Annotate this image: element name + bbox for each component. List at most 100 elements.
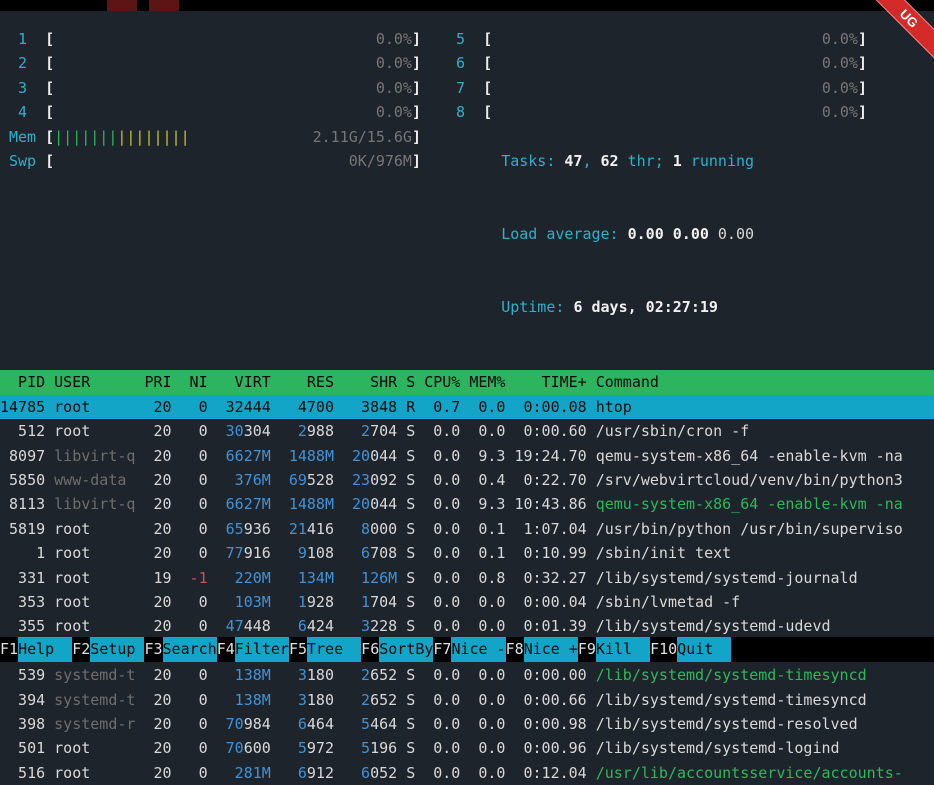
cpu-meter-percent: 0.0% (822, 100, 858, 124)
column-header-shr[interactable]: SHR (343, 370, 397, 394)
cell-ni: 0 (181, 468, 208, 492)
process-row[interactable]: 355root2004744864243228S0.00.00:01.39/li… (0, 614, 934, 638)
process-row[interactable]: 398systemd-r2007098464645464S0.00.00:00.… (0, 712, 934, 736)
column-header-cpu[interactable]: CPU% (424, 370, 460, 394)
cell-res: 6424 (280, 614, 334, 638)
cell-time: 0:10.99 (514, 541, 586, 565)
cell-user: systemd-r (54, 712, 135, 736)
cell-cpu: 0.0 (424, 444, 460, 468)
cell-pid: 398 (0, 712, 45, 736)
process-row[interactable]: 501root2007060059725196S0.00.00:00.96/li… (0, 736, 934, 760)
cell-state: S (406, 566, 415, 590)
cpu-meter-8: 8[0.0%] (447, 100, 867, 124)
cpu-meters-left: 1[0.0%] 2[0.0%] 3[0.0%] 4[0.0%] (9, 27, 421, 125)
process-row[interactable]: 512root2003030429882704S0.00.00:00.60/us… (0, 419, 934, 443)
fkey-f6-button[interactable]: F6SortBy (361, 637, 433, 662)
process-row[interactable]: 8097libvirt-q2006627M1488M20044S0.09.319… (0, 444, 934, 468)
process-row[interactable]: 331root19-1220M134M126MS0.00.80:32.27/li… (0, 566, 934, 590)
fkey-f5-button[interactable]: F5Tree (289, 637, 361, 662)
fkey-label: SortBy (379, 637, 433, 662)
cell-cpu: 0.0 (424, 712, 460, 736)
column-header-time[interactable]: TIME+ (514, 370, 586, 394)
cell-user: root (54, 736, 135, 760)
process-row[interactable]: 353root200103M19281704S0.00.00:00.04/sbi… (0, 590, 934, 614)
cell-virt: 30304 (217, 419, 271, 443)
cell-state: S (406, 614, 415, 638)
fkey-f4-button[interactable]: F4Filter (217, 637, 289, 662)
cell-cpu: 0.0 (424, 590, 460, 614)
meters-left-column: 1[0.0%] 2[0.0%] 3[0.0%] 4[0.0%] Mem[||||… (9, 27, 421, 344)
cell-mem: 0.1 (469, 517, 505, 541)
process-row[interactable]: 1root2007791691086708S0.00.10:10.99/sbin… (0, 541, 934, 565)
column-header-command[interactable]: Command (596, 370, 934, 394)
cpu-meter-number: 4 (9, 100, 45, 124)
running-label: running (682, 152, 754, 170)
cell-cpu: 0.0 (424, 517, 460, 541)
process-row[interactable]: 5850www-data200376M6952823092S0.00.40:22… (0, 468, 934, 492)
cell-command: /srv/webvirtcloud/venv/bin/python3 (596, 468, 934, 492)
meter-bracket-open: [ (483, 27, 492, 51)
cell-mem: 0.4 (469, 468, 505, 492)
meter-bracket-open: [ (483, 76, 492, 100)
cell-cpu: 0.0 (424, 566, 460, 590)
column-header-res[interactable]: RES (280, 370, 334, 394)
meters-area: 1[0.0%] 2[0.0%] 3[0.0%] 4[0.0%] Mem[||||… (0, 11, 934, 344)
process-row[interactable]: 394systemd-t200138M31802652S0.00.00:00.6… (0, 688, 934, 712)
cell-virt: 65936 (217, 517, 271, 541)
cell-user: root (54, 541, 135, 565)
column-header-pid[interactable]: PID (0, 370, 45, 394)
column-header-virt[interactable]: VIRT (217, 370, 271, 394)
fkey-f10-button[interactable]: F10Quit (650, 637, 731, 662)
cell-mem: 9.3 (469, 492, 505, 516)
cpu-meter-number: 6 (447, 51, 483, 75)
process-rows: 14785root2003244447003848R0.70.00:00.08h… (0, 395, 934, 785)
top-tab-fragment (149, 0, 179, 11)
cell-time: 0:22.70 (514, 468, 586, 492)
process-row[interactable]: 539systemd-t200138M31802652S0.00.00:00.0… (0, 663, 934, 687)
cell-mem: 0.1 (469, 541, 505, 565)
cell-cpu: 0.0 (424, 736, 460, 760)
fkey-f8-button[interactable]: F8Nice + (506, 637, 578, 662)
cell-time: 0:00.08 (514, 395, 586, 419)
cpu-meter-number: 2 (9, 51, 45, 75)
cell-shr: 20044 (343, 492, 397, 516)
debug-ribbon-badge: UG (863, 0, 934, 64)
fkey-f2-button[interactable]: F2Setup (72, 637, 144, 662)
cell-ni: 0 (181, 419, 208, 443)
cell-pid: 353 (0, 590, 45, 614)
fkey-f7-button[interactable]: F7Nice - (433, 637, 505, 662)
process-row[interactable]: 516root200281M69126052S0.00.00:12.04/usr… (0, 761, 934, 785)
column-header-ni[interactable]: NI (181, 370, 208, 394)
column-header-pri[interactable]: PRI (144, 370, 171, 394)
cell-time: 0:00.60 (514, 419, 586, 443)
cell-state: S (406, 419, 415, 443)
cell-cpu: 0.0 (424, 614, 460, 638)
cell-state: S (406, 663, 415, 687)
load-1min: 0.00 (628, 225, 664, 243)
cell-virt: 138M (217, 663, 271, 687)
column-header-user[interactable]: USER (54, 370, 135, 394)
cpu-meter-3: 3[0.0%] (9, 76, 421, 100)
column-header-state[interactable]: S (406, 370, 415, 394)
cell-time: 19:24.70 (514, 444, 586, 468)
cell-pid: 394 (0, 688, 45, 712)
cpu-meter-number: 8 (447, 100, 483, 124)
cell-command: /lib/systemd/systemd-timesyncd (596, 688, 934, 712)
cpu-meter-5: 5[0.0%] (447, 27, 867, 51)
fkey-f1-button[interactable]: F1Help (0, 637, 72, 662)
cell-state: S (406, 761, 415, 785)
process-row[interactable]: 14785root2003244447003848R0.70.00:00.08h… (0, 395, 934, 419)
column-header-mem[interactable]: MEM% (469, 370, 505, 394)
fkey-f3-button[interactable]: F3Search (144, 637, 216, 662)
process-row[interactable]: 8113libvirt-q2006627M1488M20044S0.09.310… (0, 492, 934, 516)
process-row[interactable]: 5819root20065936214168000S0.00.11:07.04/… (0, 517, 934, 541)
cell-ni: 0 (181, 663, 208, 687)
cell-ni: -1 (181, 566, 208, 590)
swap-meter: Swp[0K/976M] (9, 149, 421, 173)
cell-time: 0:12.04 (514, 761, 586, 785)
fkey-f9-button[interactable]: F9Kill (578, 637, 650, 662)
cell-pri: 20 (144, 761, 171, 785)
cell-state: S (406, 492, 415, 516)
cell-pid: 1 (0, 541, 45, 565)
cell-user: root (54, 566, 135, 590)
